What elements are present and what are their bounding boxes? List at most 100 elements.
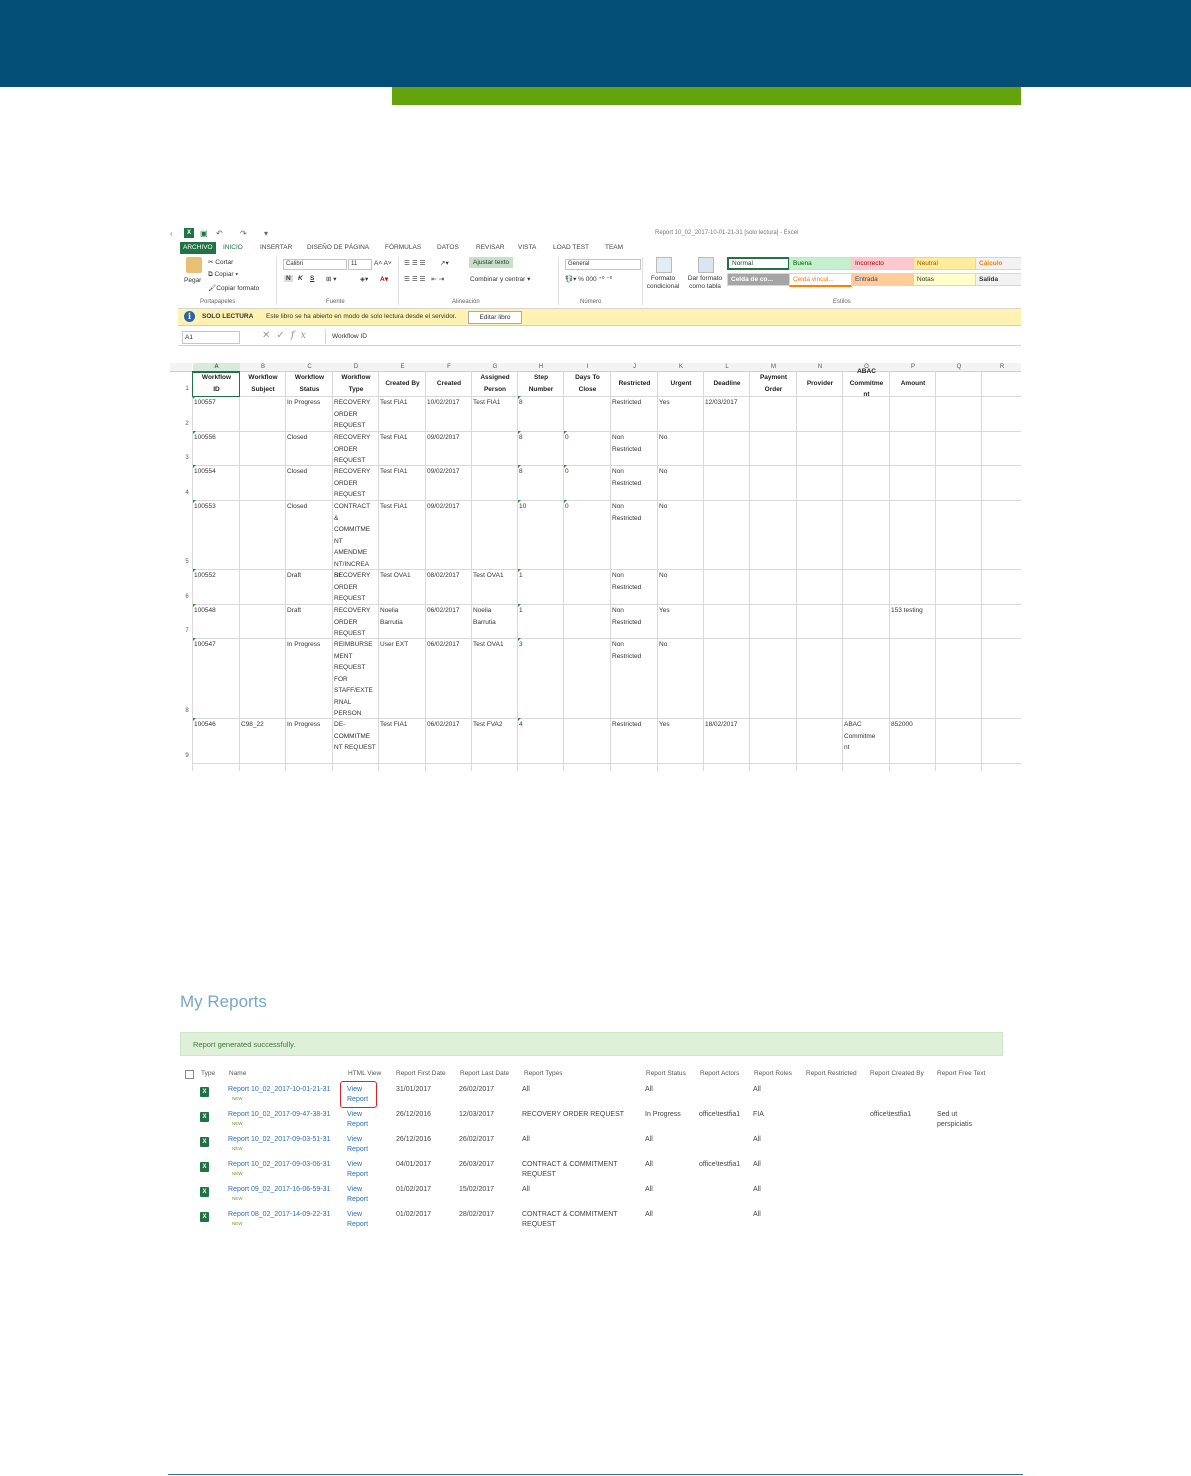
row-number[interactable]: 8 [182, 708, 192, 714]
data-cell[interactable]: RECOVERY ORDER REQUEST [333, 432, 378, 467]
data-cell[interactable]: 0 [564, 432, 610, 444]
data-cell[interactable]: 1 [518, 605, 563, 617]
data-cell[interactable]: 06/02/2017 [426, 605, 471, 617]
data-cell[interactable]: 06/02/2017 [426, 719, 471, 731]
vertical-align-icons[interactable]: ☰☰☰ [404, 259, 427, 267]
font-size-select[interactable]: 11 [348, 259, 372, 270]
view-report-link[interactable]: View Report [347, 1160, 368, 1180]
data-cell[interactable]: ABAC Commitme nt [843, 719, 889, 754]
data-cell[interactable]: 153 testing [890, 605, 935, 617]
font-grow-icon[interactable]: A˄ A˅ [374, 260, 392, 267]
paste-button[interactable]: Pegar [184, 277, 201, 284]
column-header[interactable]: Report Free Text [937, 1070, 985, 1077]
style-neutral[interactable]: Neutral [913, 257, 976, 270]
conditional-format-button[interactable]: Formato condicional [642, 275, 684, 291]
data-cell[interactable]: 100548 [193, 605, 239, 617]
number-format-select[interactable]: General [565, 259, 641, 270]
data-cell[interactable]: Test OVA1 [379, 570, 425, 582]
style-buena[interactable]: Buena [789, 257, 852, 270]
data-cell[interactable]: Test OVA1 [472, 639, 517, 651]
row-number[interactable]: 1 [182, 386, 192, 392]
style-entrada[interactable]: Entrada [851, 273, 914, 286]
data-cell[interactable]: Non Restricted [611, 432, 657, 455]
data-cell[interactable]: 852000 [890, 719, 935, 731]
data-cell[interactable]: No [658, 501, 703, 513]
data-cell[interactable]: Closed [286, 501, 332, 513]
data-cell[interactable]: 8 [518, 432, 563, 444]
back-arrow-icon[interactable]: ‹ [170, 229, 173, 238]
data-cell[interactable]: DE- COMMITME NT REQUEST [333, 719, 378, 754]
report-name-link[interactable]: Report 10_02_2017-09-47-38-31 [228, 1110, 330, 1120]
font-color-icon[interactable]: A▾ [380, 275, 388, 283]
data-cell[interactable]: No [658, 570, 703, 582]
data-cell[interactable]: Non Restricted [611, 639, 657, 662]
fill-color-icon[interactable]: ◈▾ [360, 275, 368, 283]
data-cell[interactable]: Test OVA1 [472, 570, 517, 582]
report-name-link[interactable]: Report 10_02_2017-09-03-51-31 [228, 1135, 330, 1145]
formula-input[interactable]: Workflow ID [325, 329, 1021, 344]
column-header[interactable]: Report Types [524, 1070, 563, 1077]
data-cell[interactable]: 09/02/2017 [426, 432, 471, 444]
data-cell[interactable]: 8 [518, 466, 563, 478]
data-cell[interactable]: 8 [518, 397, 563, 409]
paste-icon[interactable] [186, 257, 202, 273]
data-cell[interactable]: RECOVERY ORDER REQUEST [333, 605, 378, 640]
data-cell[interactable]: Test FIA1 [379, 466, 425, 478]
orientation-icon[interactable]: ↗▾ [440, 259, 449, 267]
row-number[interactable]: 2 [182, 421, 192, 427]
data-cell[interactable]: Test FIA1 [379, 432, 425, 444]
row-number[interactable]: 9 [182, 753, 192, 759]
data-cell[interactable]: In Progress [286, 719, 332, 731]
data-cell[interactable]: No [658, 432, 703, 444]
data-cell[interactable]: Yes [658, 719, 703, 731]
data-cell[interactable]: 3 [518, 639, 563, 651]
column-header[interactable]: Report Status [646, 1070, 686, 1077]
data-cell[interactable]: Yes [658, 605, 703, 617]
data-cell[interactable]: Restricted [611, 719, 657, 731]
column-header[interactable]: HTML View [348, 1070, 381, 1077]
data-cell[interactable]: Yes [658, 397, 703, 409]
data-cell[interactable]: 0 [564, 466, 610, 478]
row-number[interactable]: 3 [182, 455, 192, 461]
bold-button[interactable]: N [284, 275, 293, 282]
data-cell[interactable]: 0 [564, 501, 610, 513]
column-header[interactable]: Report Restricted [806, 1070, 857, 1077]
data-cell[interactable]: RECOVERY ORDER REQUEST [333, 466, 378, 501]
data-cell[interactable]: No [658, 639, 703, 651]
data-cell[interactable]: Non Restricted [611, 501, 657, 524]
style-celda-comprobacion[interactable]: Celda de co... [727, 273, 790, 286]
column-header[interactable]: Report Last Date [460, 1070, 509, 1077]
tab-vista[interactable]: VISTA [518, 242, 536, 254]
tab-revisar[interactable]: REVISAR [476, 242, 505, 254]
data-cell[interactable]: C98_22 [240, 719, 285, 731]
number-format-icons[interactable]: 💱▾ % 000 ⁺⁰ ⁻⁰ [565, 275, 612, 283]
formula-bar-icons[interactable]: ✕✓fx [262, 330, 312, 341]
tab-inicio[interactable]: INICIO [223, 242, 243, 254]
column-header[interactable]: Report Created By [870, 1070, 924, 1077]
row-number[interactable]: 7 [182, 628, 192, 634]
data-cell[interactable]: 100554 [193, 466, 239, 478]
data-cell[interactable]: 4 [518, 719, 563, 731]
data-cell[interactable]: 10/02/2017 [426, 397, 471, 409]
data-cell[interactable]: Draft [286, 605, 332, 617]
format-table-icon[interactable] [698, 257, 714, 273]
data-cell[interactable]: Draft [286, 570, 332, 582]
font-name-select[interactable]: Calibri [283, 259, 347, 270]
select-all-checkbox[interactable] [185, 1070, 194, 1079]
tab-diseno[interactable]: DISEÑO DE PÁGINA [307, 242, 369, 254]
border-icon[interactable]: ⊞ ▾ [326, 275, 337, 283]
report-name-link[interactable]: Report 10_02_2017-09-03-06-31 [228, 1160, 330, 1170]
data-cell[interactable]: 100546 [193, 719, 239, 731]
column-header[interactable]: Type [201, 1070, 215, 1077]
data-cell[interactable]: 100556 [193, 432, 239, 444]
data-cell[interactable]: 10 [518, 501, 563, 513]
tab-formulas[interactable]: FÓRMULAS [385, 242, 421, 254]
edit-workbook-button[interactable]: Editar libro [468, 311, 522, 324]
italic-button[interactable]: K [298, 275, 303, 282]
data-cell[interactable]: Non Restricted [611, 466, 657, 489]
save-icon[interactable]: ▣ [200, 229, 208, 238]
customize-icon[interactable]: ▾ [264, 229, 268, 238]
data-cell[interactable]: User EXT [379, 639, 425, 651]
data-cell[interactable]: Test FIA1 [379, 501, 425, 513]
data-cell[interactable]: RECOVERY ORDER REQUEST [333, 397, 378, 432]
